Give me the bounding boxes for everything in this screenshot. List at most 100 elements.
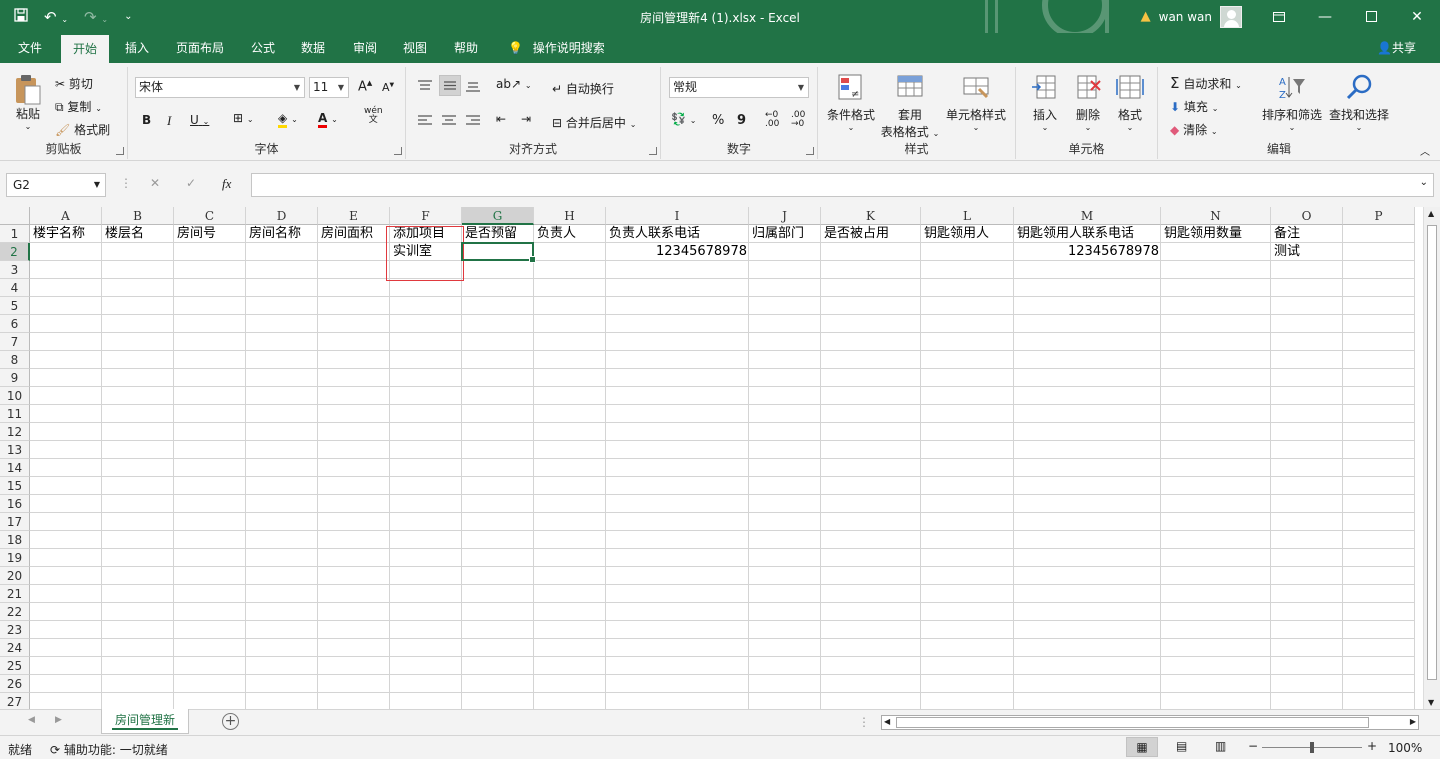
align-left-icon[interactable] [417,114,433,128]
row-header-12[interactable]: 12 [0,423,30,441]
row-header-9[interactable]: 9 [0,369,30,387]
tab-insert[interactable]: 插入 [125,33,149,63]
delete-cells-button[interactable]: 删除 ⌄ [1071,73,1105,132]
font-color-button[interactable]: A ⌄ [318,111,338,128]
tell-me-search[interactable]: 💡 操作说明搜索 [508,33,605,63]
fill-color-button[interactable]: ◈ ⌄ [278,111,298,128]
cell-a1[interactable]: 楼宇名称 [30,225,102,243]
fill-button[interactable]: ⬇ 填充 ⌄ [1170,98,1218,115]
insert-function-icon[interactable]: fx [222,176,231,192]
zoom-out-icon[interactable]: − [1248,739,1258,753]
autosum-button[interactable]: Σ 自动求和 ⌄ [1170,74,1242,92]
decrease-font-icon[interactable]: A▼ [382,81,394,94]
column-header-p[interactable]: P [1343,207,1415,225]
row-header-27[interactable]: 27 [0,693,30,709]
underline-button[interactable]: U ⌄ [190,113,209,127]
row-header-18[interactable]: 18 [0,531,30,549]
column-header-d[interactable]: D [246,207,318,225]
format-cells-button[interactable]: 格式 ⌄ [1113,73,1147,132]
column-header-g[interactable]: G [462,207,534,225]
tab-data[interactable]: 数据 [301,33,325,63]
row-header-23[interactable]: 23 [0,621,30,639]
cell-l1[interactable]: 钥匙领用人 [921,225,1014,243]
row-header-13[interactable]: 13 [0,441,30,459]
warning-icon[interactable]: ▲ [1141,9,1151,24]
horizontal-scrollbar[interactable]: ◀ ▶ [881,715,1419,730]
comma-button[interactable]: 9 [737,113,746,128]
column-header-a[interactable]: A [30,207,102,225]
vertical-scrollbar[interactable]: ▲ ▼ [1423,207,1440,709]
accessibility-status[interactable]: ⟳ 辅助功能: 一切就绪 [50,741,168,758]
column-header-c[interactable]: C [174,207,246,225]
align-right-icon[interactable] [465,114,481,128]
cell-n1[interactable]: 钥匙领用数量 [1161,225,1271,243]
italic-button[interactable]: I [167,113,171,129]
wrap-text-button[interactable]: ↵ 自动换行 [552,80,614,97]
row-header-21[interactable]: 21 [0,585,30,603]
scroll-right-icon[interactable]: ▶ [1410,717,1416,726]
minimize-button[interactable]: — [1302,0,1348,33]
align-top-icon[interactable] [417,79,433,93]
column-header-n[interactable]: N [1161,207,1271,225]
cell-i1[interactable]: 负责人联系电话 [606,225,749,243]
row-header-14[interactable]: 14 [0,459,30,477]
increase-decimal-icon[interactable]: ←0.00 [765,111,779,129]
currency-button[interactable]: 💱 ⌄ [671,112,696,126]
collapse-ribbon-icon[interactable]: ︿ [1420,143,1430,158]
conditional-format-button[interactable]: ≠ 条件格式 ⌄ [826,73,876,132]
decrease-decimal-icon[interactable]: .00 →0 [791,111,805,129]
row-header-10[interactable]: 10 [0,387,30,405]
alignment-launcher[interactable] [649,147,657,155]
row-header-7[interactable]: 7 [0,333,30,351]
tab-help[interactable]: 帮助 [454,33,478,63]
row-header-25[interactable]: 25 [0,657,30,675]
prev-sheet-icon[interactable]: ◀ [28,715,35,725]
tab-file[interactable]: 文件 [18,33,42,63]
increase-font-icon[interactable]: A▲ [358,79,372,94]
cell-m1[interactable]: 钥匙领用人联系电话 [1014,225,1161,243]
font-name-combo[interactable]: 宋体 ▼ [135,77,305,98]
user-name[interactable]: wan wan [1159,10,1212,24]
phonetic-guide-icon[interactable]: wén 文 [364,107,383,125]
column-header-i[interactable]: I [606,207,749,225]
sheet-tab[interactable]: 房间管理新 [101,709,189,734]
tab-home[interactable]: 开始 [61,35,110,63]
row-header-20[interactable]: 20 [0,567,30,585]
copy-button[interactable]: ⧉ 复制 ⌄ [55,98,102,115]
row-header-2[interactable]: 2 [0,243,30,261]
scroll-down-icon[interactable]: ▼ [1428,698,1434,707]
worksheet-grid[interactable]: ABCDEFGHIJKLMNOP 1 2 3 4 5 6 7 8 9 10 11 12 13 14 15 16… [0,207,1440,709]
align-center-icon[interactable] [441,114,457,128]
insert-cells-button[interactable]: 插入 ⌄ [1028,73,1062,132]
merge-center-button[interactable]: ⊟ 合并后居中 ⌄ [552,114,636,131]
align-middle-button[interactable] [439,75,461,96]
font-size-combo[interactable]: 11 ▼ [309,77,349,98]
row-header-24[interactable]: 24 [0,639,30,657]
cell-d1[interactable]: 房间名称 [246,225,318,243]
tab-review[interactable]: 审阅 [353,33,377,63]
maximize-button[interactable] [1348,0,1394,33]
next-sheet-icon[interactable]: ▶ [55,715,62,725]
sort-filter-button[interactable]: AZ 排序和筛选 ⌄ [1260,73,1324,132]
format-painter-button[interactable]: 🖌 格式刷 [55,121,110,138]
name-box[interactable]: G2 ▼ [6,173,106,197]
percent-button[interactable]: % [712,113,724,128]
cell-styles-button[interactable]: 单元格样式 ⌄ [943,73,1009,132]
format-as-table-button[interactable]: 套用 表格格式 ⌄ [880,73,940,140]
cell-k1[interactable]: 是否被占用 [821,225,921,243]
horizontal-scroll-thumb[interactable] [896,717,1369,728]
row-header-19[interactable]: 19 [0,549,30,567]
page-layout-view-icon[interactable]: ▤ [1176,739,1187,753]
cancel-icon[interactable]: ✕ [150,176,160,190]
border-button[interactable]: ⊞ ⌄ [233,111,254,125]
ribbon-display-icon[interactable] [1256,0,1302,33]
cell-j1[interactable]: 归属部门 [749,225,821,243]
formula-input[interactable]: ⌄ [251,173,1434,197]
row-header-4[interactable]: 4 [0,279,30,297]
cell-h1[interactable]: 负责人 [534,225,606,243]
row-header-22[interactable]: 22 [0,603,30,621]
cell-g1[interactable]: 是否预留 [462,225,534,243]
increase-indent-icon[interactable]: ⇥ [521,112,531,126]
row-header-11[interactable]: 11 [0,405,30,423]
page-break-view-icon[interactable]: ▥ [1215,739,1226,753]
